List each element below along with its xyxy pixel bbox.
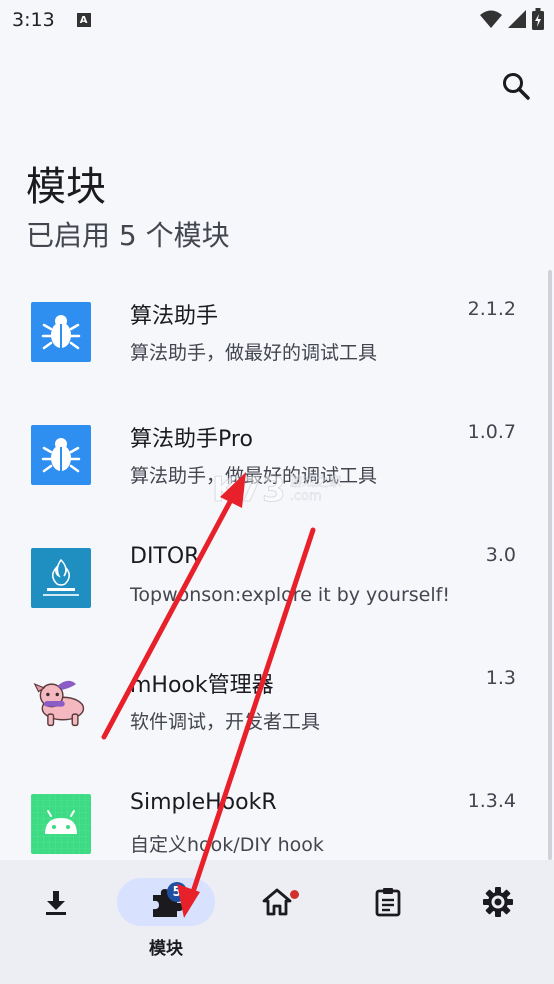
search-button[interactable] xyxy=(496,66,536,106)
watermark-line2: .com xyxy=(289,489,322,504)
nav-pill-active: 5 xyxy=(117,878,215,926)
android-icon xyxy=(31,794,91,854)
module-item-mhook[interactable]: mHook管理器 软件调试，开发者工具 1.3 xyxy=(0,639,554,762)
module-version: 3.0 xyxy=(485,544,516,566)
module-name: SimpleHookR xyxy=(130,790,277,815)
module-version: 1.3.4 xyxy=(467,790,516,812)
nav-item-settings[interactable] xyxy=(448,878,548,968)
module-item-suanfa[interactable]: 算法助手 算法助手，做最好的调试工具 2.1.2 xyxy=(0,270,554,393)
page-title: 模块 xyxy=(26,164,106,210)
watermark-logo: K73 xyxy=(212,470,287,511)
module-item-ditor[interactable]: DITOR Topwonson:explore it by yourself! … xyxy=(0,516,554,639)
module-description: Topwonson:explore it by yourself! xyxy=(130,584,450,606)
nav-item-modules[interactable]: 5 模块 xyxy=(116,878,216,968)
module-description: 软件调试，开发者工具 xyxy=(130,711,321,733)
nav-item-logs[interactable] xyxy=(338,878,438,968)
nav-item-repository[interactable] xyxy=(6,878,106,968)
bug-icon xyxy=(31,302,91,362)
wifi-icon xyxy=(480,10,502,28)
enabled-modules-count: 已启用 5 个模块 xyxy=(26,219,230,252)
status-bar: 3:13 A xyxy=(0,0,554,40)
watermark-line1: 游戏之家 xyxy=(289,475,342,490)
search-icon xyxy=(503,73,530,100)
dog-mascot-icon xyxy=(31,671,91,731)
accessibility-a-icon: A xyxy=(76,13,91,27)
home-icon xyxy=(262,888,292,916)
module-item-simplehookr[interactable]: SimpleHookR 自定义hook/DIY hook 1.3.4 xyxy=(0,762,554,860)
module-name: mHook管理器 xyxy=(130,673,274,698)
module-version: 1.3 xyxy=(485,667,516,689)
bottom-navigation: 5 模块 xyxy=(0,860,554,984)
battery-icon xyxy=(532,8,544,30)
signal-icon xyxy=(508,10,526,28)
module-description: 算法助手，做最好的调试工具 xyxy=(130,342,378,364)
notification-dot xyxy=(290,890,299,899)
k73-watermark: K73 游戏之家 .com xyxy=(212,470,342,511)
nav-item-home[interactable] xyxy=(227,878,327,968)
status-icons xyxy=(480,8,544,30)
gear-icon xyxy=(483,887,513,917)
module-name: 算法助手Pro xyxy=(130,427,253,452)
module-description: 自定义hook/DIY hook xyxy=(130,834,324,856)
ditor-logo-icon xyxy=(31,548,91,608)
download-icon xyxy=(46,891,66,915)
modules-badge: 5 xyxy=(167,882,187,902)
module-name: DITOR xyxy=(130,544,200,569)
scrollbar[interactable] xyxy=(548,270,552,860)
status-time: 3:13 xyxy=(12,9,55,31)
module-name: 算法助手 xyxy=(130,304,219,329)
module-version: 1.0.7 xyxy=(467,421,516,443)
bug-icon xyxy=(31,425,91,485)
clipboard-icon xyxy=(375,888,401,917)
module-list[interactable]: 算法助手 算法助手，做最好的调试工具 2.1.2 算法助手Pro 算法助手，做最… xyxy=(0,270,554,860)
nav-label-modules: 模块 xyxy=(149,939,183,959)
module-version: 2.1.2 xyxy=(467,298,516,320)
